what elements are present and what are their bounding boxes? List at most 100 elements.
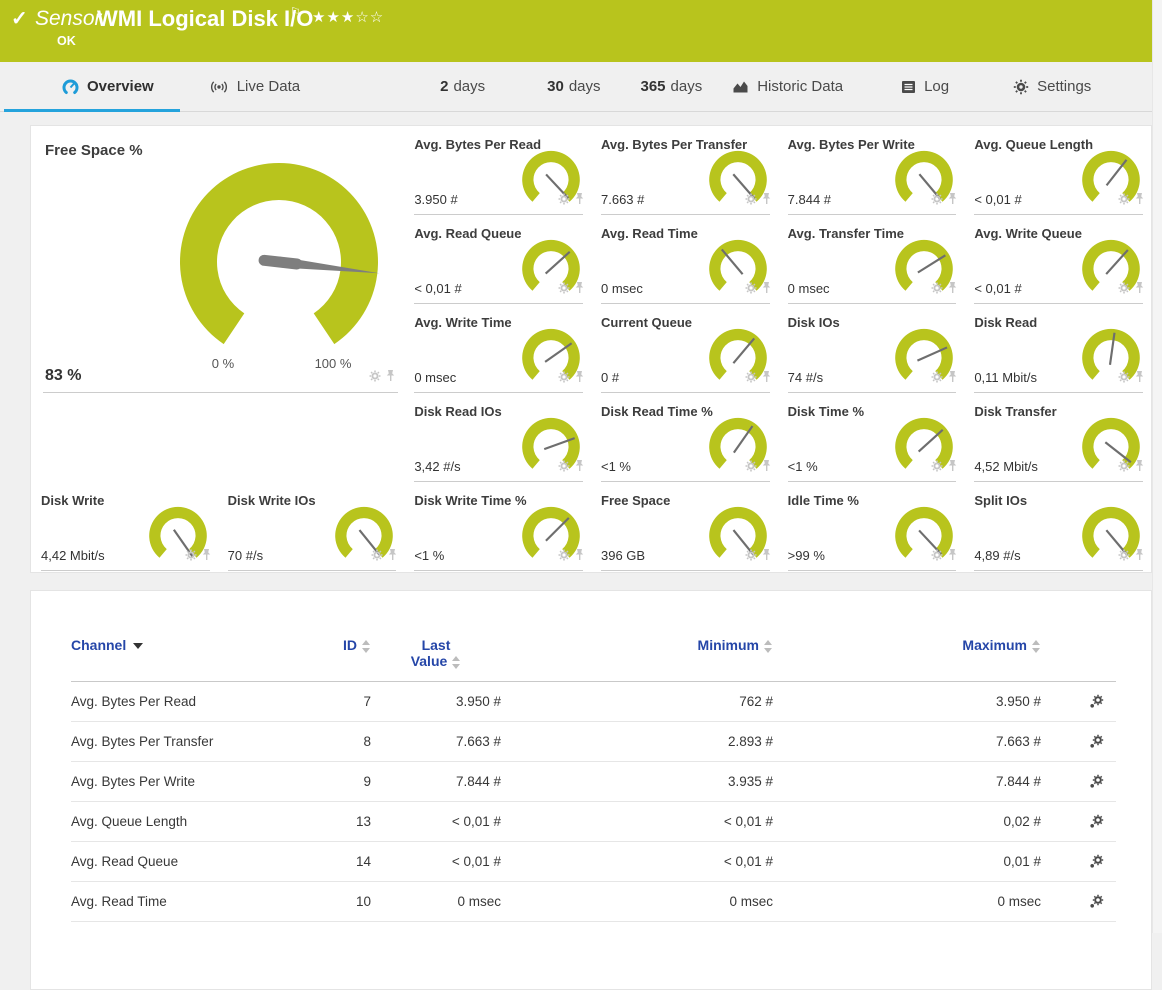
channel-settings-gear-icon[interactable] (1089, 814, 1104, 829)
gauge-value: < 0,01 # (974, 192, 1021, 207)
gauge-cell-disk-read: Disk Read 0,11 Mbit/s (964, 304, 1151, 393)
col-header-last-value[interactable]: Last Value (371, 637, 501, 669)
tab-label: Historic Data (757, 78, 843, 95)
gear-icon[interactable] (1118, 192, 1130, 210)
gear-icon[interactable] (745, 548, 757, 566)
gear-icon[interactable] (558, 281, 570, 299)
col-header-minimum[interactable]: Minimum (501, 637, 773, 653)
pin-icon[interactable] (947, 548, 958, 566)
gauge-needle (1106, 250, 1128, 274)
cell-divider (601, 570, 770, 571)
gauge-cell-disk-read-ios: Disk Read IOs 3,42 #/s (404, 393, 591, 482)
channel-settings-gear-icon[interactable] (1089, 854, 1104, 869)
channel-settings-gear-icon[interactable] (1089, 774, 1104, 789)
tab-log[interactable]: Log (901, 62, 949, 111)
gear-icon[interactable] (931, 281, 943, 299)
gear-icon[interactable] (185, 548, 197, 566)
pin-icon[interactable] (201, 548, 212, 566)
channel-settings-gear-icon[interactable] (1089, 694, 1104, 709)
gear-icon[interactable] (931, 370, 943, 388)
gear-icon[interactable] (558, 370, 570, 388)
pin-icon[interactable] (574, 459, 585, 477)
pin-icon[interactable] (947, 192, 958, 210)
pin-icon[interactable] (761, 548, 772, 566)
status-check-icon: ✓ (11, 6, 28, 31)
gear-icon[interactable] (1118, 459, 1130, 477)
cell-divider (788, 570, 957, 571)
col-header-channel[interactable]: Channel (71, 637, 289, 653)
pin-icon[interactable] (947, 370, 958, 388)
gear-icon[interactable] (931, 548, 943, 566)
gear-icon[interactable] (931, 192, 943, 210)
gauge-arc (180, 163, 378, 344)
col-header-maximum[interactable]: Maximum (773, 637, 1041, 653)
gauge-cell-avg-bytes-per-transfer: Avg. Bytes Per Transfer 7.663 # (591, 126, 778, 215)
pin-icon[interactable] (1134, 548, 1145, 566)
gauge-title: Disk Time % (788, 404, 864, 419)
gear-icon[interactable] (745, 459, 757, 477)
cell-minimum: < 0,01 # (501, 814, 773, 829)
channel-settings-gear-icon[interactable] (1089, 734, 1104, 749)
pin-icon[interactable] (761, 192, 772, 210)
gauge-title: Disk Write (41, 493, 104, 508)
sort-icon (452, 656, 461, 669)
priority-flag-icon[interactable]: ⚐ (290, 5, 301, 19)
col-header-id[interactable]: ID (289, 637, 371, 653)
tab-label: Log (924, 78, 949, 95)
gear-icon[interactable] (371, 548, 383, 566)
gear-icon[interactable] (1118, 548, 1130, 566)
gear-icon[interactable] (745, 281, 757, 299)
cell-maximum: 3.950 # (773, 694, 1041, 709)
gauge-title: Disk Write Time % (414, 493, 526, 508)
gauge-title: Split IOs (974, 493, 1027, 508)
pin-icon[interactable] (574, 548, 585, 566)
gauge-value: 3,42 #/s (414, 459, 460, 474)
pin-icon[interactable] (574, 281, 585, 299)
cell-id: 9 (289, 774, 371, 789)
settings-icon (1013, 79, 1029, 95)
tab-30-days[interactable]: 30days (547, 62, 600, 111)
gauge-value: 70 #/s (228, 548, 263, 563)
gear-icon[interactable] (1118, 370, 1130, 388)
gauge-needle (721, 249, 742, 274)
tab-live-data[interactable]: Live Data (209, 62, 300, 111)
table-body: Avg. Bytes Per Read 7 3.950 # 762 # 3.95… (71, 682, 1116, 922)
pin-icon[interactable] (1134, 370, 1145, 388)
pin-icon[interactable] (761, 370, 772, 388)
gear-icon[interactable] (1118, 281, 1130, 299)
tab-settings[interactable]: Settings (1013, 62, 1091, 111)
gear-icon[interactable] (745, 192, 757, 210)
pin-icon[interactable] (947, 459, 958, 477)
pin-icon[interactable] (947, 281, 958, 299)
pin-icon[interactable] (1134, 459, 1145, 477)
gauge-title: Idle Time % (788, 493, 859, 508)
gear-icon[interactable] (931, 459, 943, 477)
gauge-cell-free-space: Free Space 396 GB (591, 482, 778, 571)
pin-icon[interactable] (385, 369, 396, 387)
scrollbar-track[interactable] (1152, 0, 1162, 933)
gear-icon[interactable] (558, 548, 570, 566)
cell-minimum: 2.893 # (501, 734, 773, 749)
pin-icon[interactable] (761, 459, 772, 477)
tab-label: Overview (87, 78, 154, 95)
pin-icon[interactable] (387, 548, 398, 566)
pin-icon[interactable] (574, 370, 585, 388)
pin-icon[interactable] (761, 281, 772, 299)
pin-icon[interactable] (574, 192, 585, 210)
overview-gauges-panel: Free Space % 0 % 100 % 83 % Avg. Bytes P… (30, 125, 1152, 573)
tab-2-days[interactable]: 2days (440, 62, 485, 111)
priority-stars[interactable]: ★★★☆☆ (312, 8, 384, 26)
pin-icon[interactable] (1134, 192, 1145, 210)
pin-icon[interactable] (1134, 281, 1145, 299)
gear-icon[interactable] (558, 459, 570, 477)
gauge-value: 396 GB (601, 548, 645, 563)
gauge-value: 7.663 # (601, 192, 644, 207)
gauge-cell-split-ios: Split IOs 4,89 #/s (964, 482, 1151, 571)
gear-icon[interactable] (558, 192, 570, 210)
tab-365-days[interactable]: 365days (641, 62, 703, 111)
gear-icon[interactable] (369, 369, 381, 387)
gear-icon[interactable] (745, 370, 757, 388)
tab-overview[interactable]: Overview (62, 62, 154, 111)
tab-historic-data[interactable]: Historic Data (732, 62, 843, 111)
channel-settings-gear-icon[interactable] (1089, 894, 1104, 909)
